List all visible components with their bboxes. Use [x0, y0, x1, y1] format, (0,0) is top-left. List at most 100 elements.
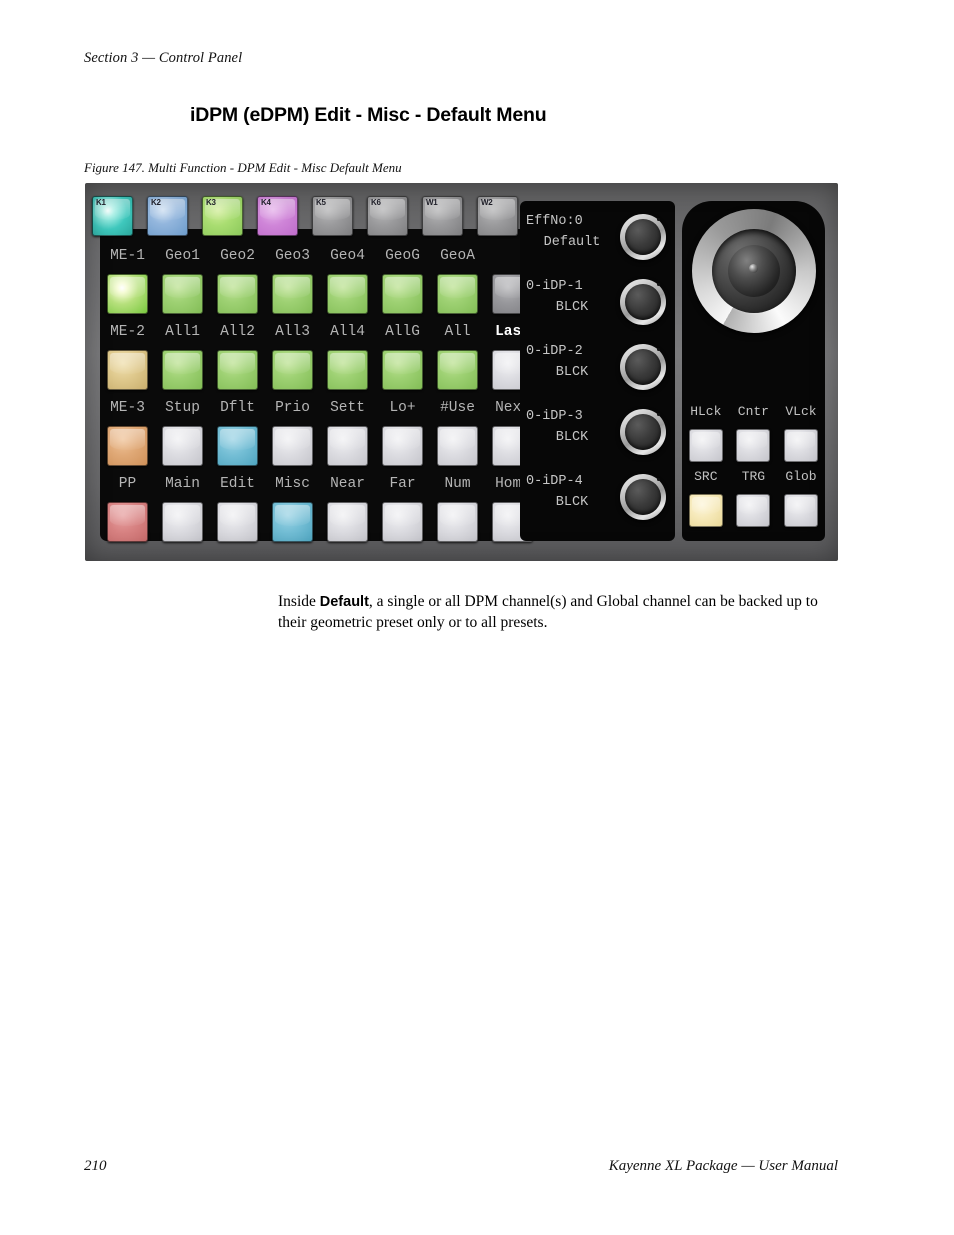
rotary-knob-2[interactable] [620, 279, 666, 325]
knob-marker-dot [657, 348, 660, 351]
keypad-cell: W2 [470, 195, 525, 237]
key-button-k2[interactable]: K2 [147, 196, 188, 236]
key-button-w2[interactable]: W2 [477, 196, 518, 236]
key-button-label: K6 [371, 198, 381, 207]
joystick-button-src[interactable] [688, 494, 723, 527]
joystick-button-cntr[interactable] [736, 429, 771, 462]
key-button-label: K1 [96, 198, 106, 207]
joystick-icon[interactable] [692, 209, 816, 333]
panel-button-far[interactable] [382, 426, 423, 466]
panel-button-allg[interactable] [382, 350, 423, 390]
panel-button-r4-c5[interactable] [327, 502, 368, 542]
button-cell [100, 425, 155, 467]
joystick-button-glob[interactable] [783, 494, 818, 527]
lcd-label: All1 [165, 324, 200, 340]
knob-inner [625, 349, 661, 385]
button-gloss [275, 277, 310, 298]
key-button-k4[interactable]: K4 [257, 196, 298, 236]
key-button-k5[interactable]: K5 [312, 196, 353, 236]
panel-button-pp[interactable] [107, 426, 148, 466]
lcd-label: Near [330, 476, 365, 492]
panel-button-all2[interactable] [217, 350, 258, 390]
lcd-label-row-3: ME-3 Stup Dflt Prio Sett Lo+ #Use Next [100, 395, 540, 421]
panel-button-geoa[interactable] [437, 274, 478, 314]
button-row-2 [100, 349, 540, 391]
panel-button-r4-c3[interactable] [217, 502, 258, 542]
body-paragraph: Inside Default, a single or all DPM chan… [278, 592, 838, 633]
panel-button-main[interactable] [162, 426, 203, 466]
joystick-button-vlck[interactable] [783, 429, 818, 462]
panel-button-geog[interactable] [382, 274, 423, 314]
button-row-3 [100, 425, 540, 467]
key-button-k3[interactable]: K3 [202, 196, 243, 236]
button-gloss [275, 429, 310, 450]
panel-button-geo4[interactable] [327, 274, 368, 314]
panel-button-num[interactable] [437, 426, 478, 466]
button-cell [155, 349, 210, 391]
lcd-label-row-1: ME-1 Geo1 Geo2 Geo3 Geo4 GeoG GeoA [100, 243, 540, 269]
key-button-k1[interactable]: K1 [92, 196, 133, 236]
panel-button-near[interactable] [327, 426, 368, 466]
joystick-source-labels: SRC TRG Glob [682, 466, 825, 488]
lcd-label: Geo1 [165, 248, 200, 264]
rotary-knob-3[interactable] [620, 344, 666, 390]
button-gloss [691, 497, 720, 515]
button-cell [320, 425, 375, 467]
button-cell [265, 501, 320, 543]
panel-button-r4-c6[interactable] [382, 502, 423, 542]
lcd-label: ME-2 [110, 324, 145, 340]
lcd-label: Glob [785, 469, 817, 484]
key-button-label: K3 [206, 198, 216, 207]
joystick-button-hlck[interactable] [688, 429, 723, 462]
joystick-panel: HLck Cntr VLck SRC TRG Glob [682, 201, 825, 541]
panel-button-geo2[interactable] [217, 274, 258, 314]
figure-caption: Figure 147. Multi Function - DPM Edit - … [84, 160, 402, 175]
knob-readout-4: 0-iDP-3 BLCK [526, 406, 618, 448]
panel-button-geo3[interactable] [272, 274, 313, 314]
joystick-button-trg[interactable] [736, 494, 771, 527]
lcd-label: Geo2 [220, 248, 255, 264]
panel-button-r4-c2[interactable] [162, 502, 203, 542]
key-button-k6[interactable]: K6 [367, 196, 408, 236]
panel-button-me-1[interactable] [107, 274, 148, 314]
rotary-knob-1[interactable] [620, 214, 666, 260]
button-gloss [440, 429, 475, 450]
button-cell [100, 349, 155, 391]
button-gloss [786, 497, 815, 515]
panel-button-all1[interactable] [162, 350, 203, 390]
panel-button-misc[interactable] [272, 502, 313, 542]
panel-button-all3[interactable] [272, 350, 313, 390]
panel-button-all4[interactable] [327, 350, 368, 390]
button-gloss [691, 432, 720, 450]
body-text-bold: Default [319, 594, 369, 610]
button-gloss [385, 353, 420, 374]
body-text-pre: Inside [278, 593, 320, 610]
rotary-knob-4[interactable] [620, 409, 666, 455]
keypad-cell: K2 [140, 195, 195, 237]
button-cell [730, 494, 778, 527]
panel-button-edit[interactable] [217, 426, 258, 466]
knob-group-4: 0-iDP-3 BLCK [520, 404, 675, 464]
button-cell [155, 425, 210, 467]
lcd-label: ME-3 [110, 400, 145, 416]
panel-button-misc-r3[interactable] [272, 426, 313, 466]
panel-button-me-2[interactable] [107, 350, 148, 390]
button-gloss [220, 505, 255, 526]
joystick-lock-labels: HLck Cntr VLck [682, 401, 825, 423]
button-gloss [275, 505, 310, 526]
lcd-label: All2 [220, 324, 255, 340]
joystick-source-buttons [682, 494, 825, 527]
knob-inner [625, 414, 661, 450]
button-cell [320, 349, 375, 391]
button-cell [375, 349, 430, 391]
panel-button-geo1[interactable] [162, 274, 203, 314]
lcd-label: Geo3 [275, 248, 310, 264]
key-button-label: K2 [151, 198, 161, 207]
rotary-knob-5[interactable] [620, 474, 666, 520]
panel-button-all[interactable] [437, 350, 478, 390]
lcd-label: Dflt [220, 400, 255, 416]
knob-group-5: 0-iDP-4 BLCK [520, 469, 675, 529]
panel-button-r4-c7[interactable] [437, 502, 478, 542]
panel-button-r4-c1[interactable] [107, 502, 148, 542]
key-button-w1[interactable]: W1 [422, 196, 463, 236]
